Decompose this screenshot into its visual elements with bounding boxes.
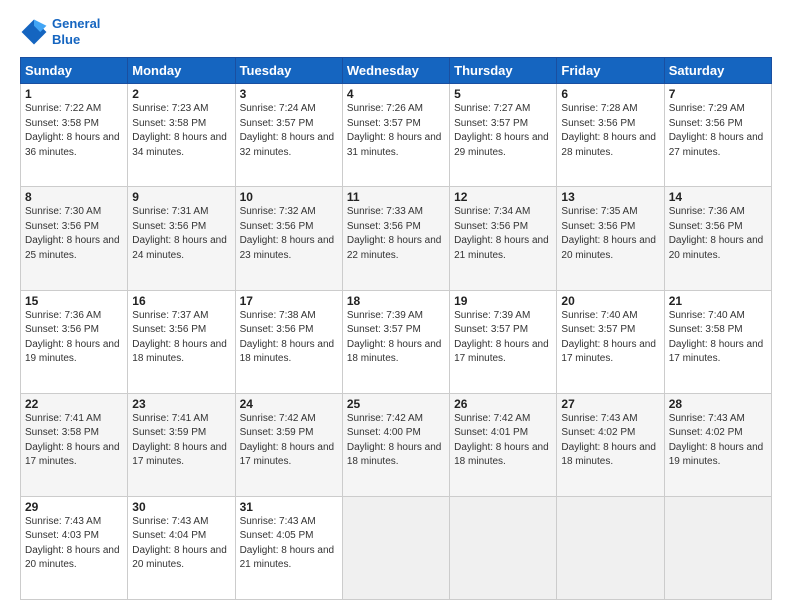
table-row: 9Sunrise: 7:31 AMSunset: 3:56 PMDaylight… — [128, 187, 235, 290]
table-row: 14Sunrise: 7:36 AMSunset: 3:56 PMDayligh… — [664, 187, 771, 290]
table-row: 21Sunrise: 7:40 AMSunset: 3:58 PMDayligh… — [664, 290, 771, 393]
table-row — [557, 496, 664, 599]
header: GeneralBlue — [20, 16, 772, 47]
table-row: 26Sunrise: 7:42 AMSunset: 4:01 PMDayligh… — [450, 393, 557, 496]
table-row: 12Sunrise: 7:34 AMSunset: 3:56 PMDayligh… — [450, 187, 557, 290]
logo-icon — [20, 18, 48, 46]
table-row: 27Sunrise: 7:43 AMSunset: 4:02 PMDayligh… — [557, 393, 664, 496]
table-row — [664, 496, 771, 599]
col-header-wednesday: Wednesday — [342, 58, 449, 84]
calendar-table: SundayMondayTuesdayWednesdayThursdayFrid… — [20, 57, 772, 600]
table-row: 24Sunrise: 7:42 AMSunset: 3:59 PMDayligh… — [235, 393, 342, 496]
table-row: 17Sunrise: 7:38 AMSunset: 3:56 PMDayligh… — [235, 290, 342, 393]
table-row: 8Sunrise: 7:30 AMSunset: 3:56 PMDaylight… — [21, 187, 128, 290]
calendar-row-2: 8Sunrise: 7:30 AMSunset: 3:56 PMDaylight… — [21, 187, 772, 290]
table-row: 19Sunrise: 7:39 AMSunset: 3:57 PMDayligh… — [450, 290, 557, 393]
col-header-tuesday: Tuesday — [235, 58, 342, 84]
calendar-row-4: 22Sunrise: 7:41 AMSunset: 3:58 PMDayligh… — [21, 393, 772, 496]
col-header-sunday: Sunday — [21, 58, 128, 84]
table-row: 5Sunrise: 7:27 AMSunset: 3:57 PMDaylight… — [450, 84, 557, 187]
table-row: 18Sunrise: 7:39 AMSunset: 3:57 PMDayligh… — [342, 290, 449, 393]
calendar-row-5: 29Sunrise: 7:43 AMSunset: 4:03 PMDayligh… — [21, 496, 772, 599]
table-row: 22Sunrise: 7:41 AMSunset: 3:58 PMDayligh… — [21, 393, 128, 496]
table-row: 13Sunrise: 7:35 AMSunset: 3:56 PMDayligh… — [557, 187, 664, 290]
table-row: 28Sunrise: 7:43 AMSunset: 4:02 PMDayligh… — [664, 393, 771, 496]
table-row: 1Sunrise: 7:22 AMSunset: 3:58 PMDaylight… — [21, 84, 128, 187]
table-row: 23Sunrise: 7:41 AMSunset: 3:59 PMDayligh… — [128, 393, 235, 496]
table-row: 6Sunrise: 7:28 AMSunset: 3:56 PMDaylight… — [557, 84, 664, 187]
table-row: 29Sunrise: 7:43 AMSunset: 4:03 PMDayligh… — [21, 496, 128, 599]
table-row: 7Sunrise: 7:29 AMSunset: 3:56 PMDaylight… — [664, 84, 771, 187]
table-row: 15Sunrise: 7:36 AMSunset: 3:56 PMDayligh… — [21, 290, 128, 393]
col-header-friday: Friday — [557, 58, 664, 84]
calendar-row-1: 1Sunrise: 7:22 AMSunset: 3:58 PMDaylight… — [21, 84, 772, 187]
table-row — [342, 496, 449, 599]
table-row: 4Sunrise: 7:26 AMSunset: 3:57 PMDaylight… — [342, 84, 449, 187]
col-header-saturday: Saturday — [664, 58, 771, 84]
table-row: 30Sunrise: 7:43 AMSunset: 4:04 PMDayligh… — [128, 496, 235, 599]
logo-text: GeneralBlue — [52, 16, 100, 47]
table-row: 31Sunrise: 7:43 AMSunset: 4:05 PMDayligh… — [235, 496, 342, 599]
calendar-row-3: 15Sunrise: 7:36 AMSunset: 3:56 PMDayligh… — [21, 290, 772, 393]
table-row: 16Sunrise: 7:37 AMSunset: 3:56 PMDayligh… — [128, 290, 235, 393]
page: GeneralBlue SundayMondayTuesdayWednesday… — [0, 0, 792, 612]
table-row: 3Sunrise: 7:24 AMSunset: 3:57 PMDaylight… — [235, 84, 342, 187]
calendar-header-row: SundayMondayTuesdayWednesdayThursdayFrid… — [21, 58, 772, 84]
table-row: 2Sunrise: 7:23 AMSunset: 3:58 PMDaylight… — [128, 84, 235, 187]
table-row: 11Sunrise: 7:33 AMSunset: 3:56 PMDayligh… — [342, 187, 449, 290]
table-row — [450, 496, 557, 599]
col-header-monday: Monday — [128, 58, 235, 84]
col-header-thursday: Thursday — [450, 58, 557, 84]
table-row: 20Sunrise: 7:40 AMSunset: 3:57 PMDayligh… — [557, 290, 664, 393]
table-row: 10Sunrise: 7:32 AMSunset: 3:56 PMDayligh… — [235, 187, 342, 290]
table-row: 25Sunrise: 7:42 AMSunset: 4:00 PMDayligh… — [342, 393, 449, 496]
logo: GeneralBlue — [20, 16, 100, 47]
